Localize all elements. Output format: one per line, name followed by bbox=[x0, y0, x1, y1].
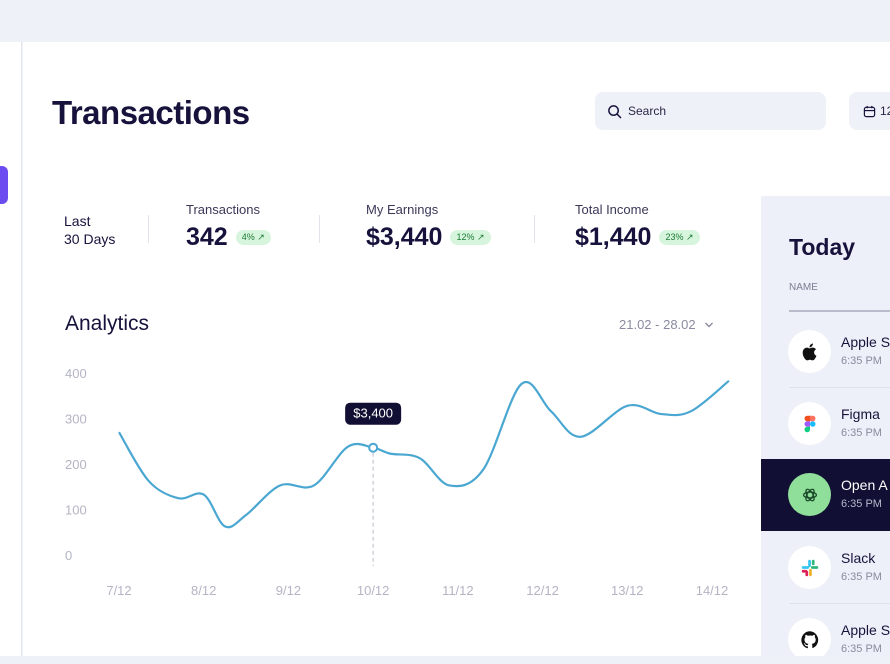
column-underline bbox=[789, 310, 890, 312]
today-title: Today bbox=[789, 234, 856, 260]
x-tick-label: 13/12 bbox=[611, 583, 644, 598]
bottom-bar bbox=[0, 656, 890, 664]
slack-icon bbox=[801, 559, 818, 576]
x-tick-label: 9/12 bbox=[276, 583, 301, 598]
transaction-time: 6:35 PM bbox=[841, 355, 882, 367]
sidebar-active-item[interactable] bbox=[0, 166, 8, 204]
column-header-name: NAME bbox=[789, 282, 818, 293]
x-tick-label: 7/12 bbox=[106, 583, 131, 598]
x-tick-label: 10/12 bbox=[357, 583, 390, 598]
openai-icon bbox=[802, 488, 817, 501]
transaction-name: Open A bbox=[841, 477, 888, 493]
apple-icon bbox=[802, 342, 816, 360]
x-tick-label: 14/12 bbox=[696, 583, 729, 598]
transaction-item[interactable]: Apple S 6:35 PM bbox=[761, 316, 890, 388]
transaction-time: 6:35 PM bbox=[841, 427, 882, 439]
y-tick-label: 200 bbox=[65, 457, 87, 472]
series-line bbox=[118, 379, 730, 529]
date-filter-button[interactable]: 12 bbox=[849, 92, 890, 130]
y-tick-label: 300 bbox=[65, 412, 87, 427]
x-tick-label: 11/12 bbox=[442, 583, 474, 598]
github-icon bbox=[800, 630, 818, 648]
transaction-name: Slack bbox=[841, 550, 876, 566]
today-panel: Today NAME Apple S 6:35 PM Figma 6:35 PM… bbox=[761, 196, 890, 656]
calendar-icon bbox=[863, 105, 876, 117]
highlight-point bbox=[368, 442, 379, 453]
x-tick-label: 8/12 bbox=[191, 583, 216, 598]
y-tick-label: 100 bbox=[65, 503, 87, 518]
main-content: Transactions Search 12 Last 30 Days Tran… bbox=[23, 42, 890, 656]
transaction-item[interactable]: Figma 6:35 PM bbox=[761, 388, 890, 460]
transaction-name: Apple S bbox=[841, 334, 890, 350]
analytics-line-chart: 400 300 200 100 0 7/12 8/12 9/12 10/12 11/12 12/12… bbox=[65, 366, 730, 598]
transaction-item-selected[interactable]: Open A 6:35 PM bbox=[761, 459, 890, 531]
transaction-item[interactable]: Apple S 6:35 PM bbox=[761, 604, 890, 656]
transaction-name: Figma bbox=[841, 406, 880, 422]
transaction-time: 6:35 PM bbox=[841, 643, 882, 655]
y-tick-label: 400 bbox=[65, 366, 87, 381]
y-tick-label: 0 bbox=[65, 548, 72, 563]
sidebar bbox=[0, 42, 22, 656]
top-bar bbox=[0, 0, 890, 42]
tooltip-label: $3,400 bbox=[353, 406, 393, 421]
transaction-time: 6:35 PM bbox=[841, 498, 882, 510]
transaction-time: 6:35 PM bbox=[841, 571, 882, 583]
date-filter-label: 12 bbox=[880, 104, 890, 118]
figma-icon bbox=[804, 415, 815, 432]
transaction-item[interactable]: Slack 6:35 PM bbox=[761, 532, 890, 604]
x-tick-label: 12/12 bbox=[526, 583, 559, 598]
transaction-name: Apple S bbox=[841, 622, 890, 638]
